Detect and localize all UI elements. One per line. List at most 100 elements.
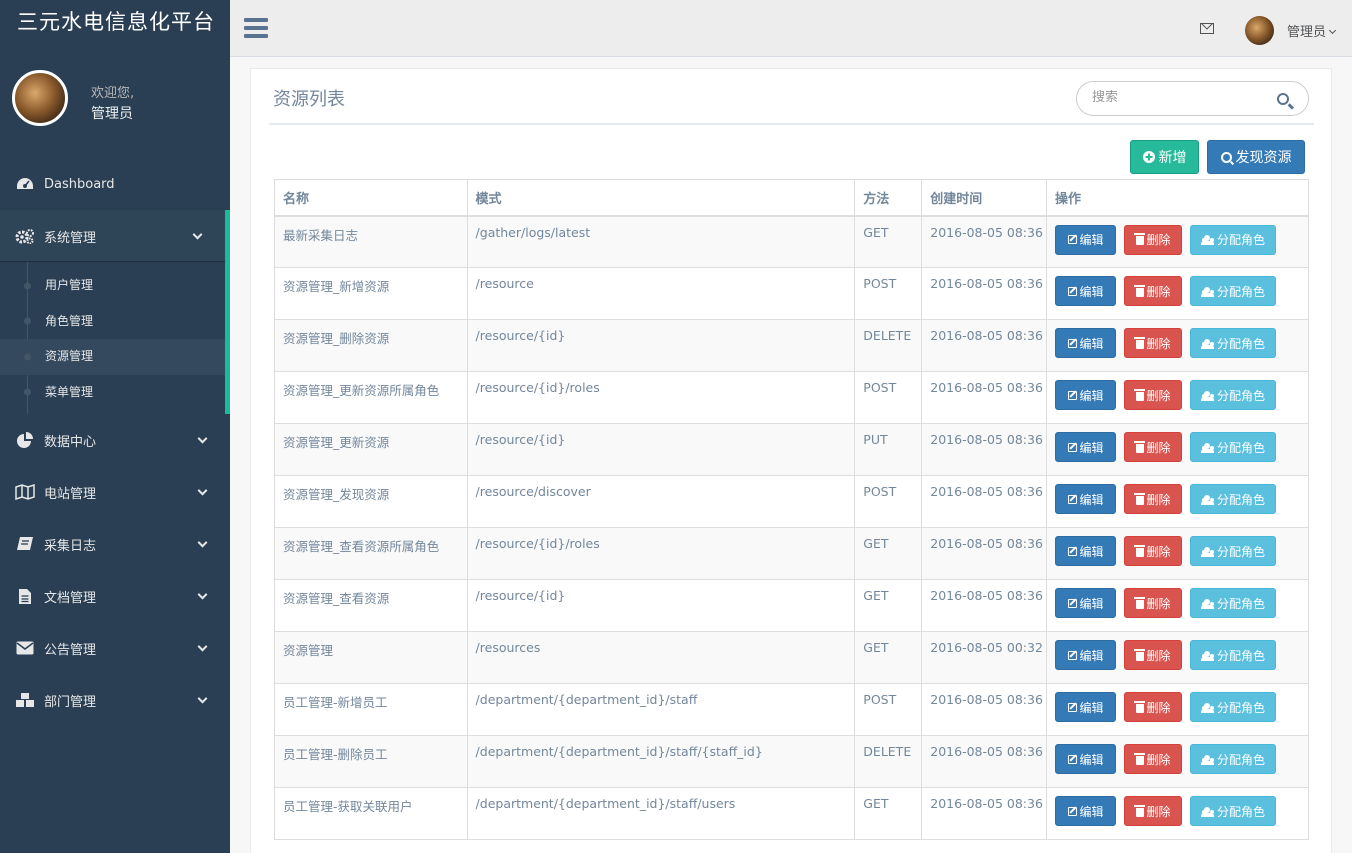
assign-role-button[interactable]: 分配角色	[1190, 432, 1277, 462]
edit-icon	[1067, 754, 1077, 764]
menu-item-documents[interactable]: 文档管理	[0, 570, 230, 622]
table-row: 资源管理_更新资源/resource/{id} PUT 2016-08-05 08:…	[274, 423, 1309, 476]
welcome-text: 欢迎您,	[91, 86, 135, 101]
trash-icon	[1134, 596, 1146, 609]
cell-created: 2016-08-05 08:36	[921, 735, 1048, 788]
submenu-item-menus[interactable]: 菜单管理	[0, 375, 225, 411]
delete-button[interactable]: 删除	[1124, 432, 1183, 462]
assign-role-button[interactable]: 分配角色	[1190, 692, 1277, 722]
menu-label: 数据中心	[44, 434, 97, 450]
menu-toggle-icon[interactable]	[244, 18, 268, 38]
delete-button[interactable]: 删除	[1124, 692, 1183, 722]
cell-method: DELETE	[854, 319, 923, 372]
menu-label: 文档管理	[44, 590, 97, 606]
cell-pattern: /department/{department_id}/staff/users	[466, 787, 856, 840]
submenu-item-users[interactable]: 用户管理	[0, 268, 225, 304]
delete-label: 删除	[1146, 648, 1171, 663]
menu-item-station[interactable]: 电站管理	[0, 466, 230, 518]
cell-name: 资源管理_发现资源	[274, 475, 468, 528]
assign-role-button[interactable]: 分配角色	[1190, 328, 1277, 358]
menu-item-notices[interactable]: 公告管理	[0, 622, 230, 674]
edit-label: 编辑	[1079, 492, 1104, 507]
assign-label: 分配角色	[1217, 544, 1266, 559]
delete-button[interactable]: 删除	[1124, 744, 1183, 774]
cell-pattern: /resource/{id}	[466, 579, 856, 632]
menu-item-gather-log[interactable]: 采集日志	[0, 518, 230, 570]
add-button[interactable]: 新增	[1130, 140, 1199, 174]
submenu-item-roles[interactable]: 角色管理	[0, 304, 225, 340]
cell-actions: 编辑 删除 分配角色	[1046, 423, 1309, 476]
chevron-down-icon	[197, 433, 208, 444]
trash-icon	[1134, 284, 1146, 297]
user-dropdown[interactable]: 管理员	[1287, 21, 1337, 40]
cell-actions: 编辑 删除 分配角色	[1046, 319, 1309, 372]
brand-title[interactable]: 三元水电信息化平台	[0, 0, 230, 57]
header-name: 名称	[274, 179, 468, 217]
chevron-down-icon	[197, 641, 208, 652]
table-row: 资源管理_查看资源/resource/{id} GET 2016-08-05 08:…	[274, 579, 1309, 632]
submenu-item-resources[interactable]: 资源管理	[0, 339, 225, 375]
assign-role-button[interactable]: 分配角色	[1190, 588, 1277, 618]
menu-item-data-center[interactable]: 数据中心	[0, 414, 230, 466]
edit-button[interactable]: 编辑	[1055, 692, 1117, 722]
search-icon[interactable]	[1277, 93, 1289, 105]
discover-button[interactable]: 发现资源	[1207, 140, 1305, 174]
menu-label: 公告管理	[44, 642, 97, 658]
assign-role-button[interactable]: 分配角色	[1190, 380, 1277, 410]
file-text-icon	[15, 587, 35, 605]
edit-button[interactable]: 编辑	[1055, 536, 1117, 566]
delete-button[interactable]: 删除	[1124, 224, 1183, 255]
delete-button[interactable]: 删除	[1124, 640, 1183, 670]
delete-button[interactable]: 删除	[1124, 380, 1183, 410]
edit-button[interactable]: 编辑	[1055, 484, 1117, 514]
edit-button[interactable]: 编辑	[1055, 276, 1117, 306]
edit-button[interactable]: 编辑	[1055, 380, 1117, 410]
menu-item-dashboard[interactable]: Dashboard	[0, 158, 230, 210]
cell-actions: 编辑 删除 分配角色	[1046, 735, 1309, 788]
delete-label: 删除	[1146, 284, 1171, 299]
assign-role-button[interactable]: 分配角色	[1190, 640, 1277, 670]
assign-role-button[interactable]: 分配角色	[1190, 536, 1277, 566]
delete-button[interactable]: 删除	[1124, 536, 1183, 566]
assign-role-button[interactable]: 分配角色	[1190, 224, 1277, 255]
cubes-icon	[15, 691, 35, 709]
cell-method: POST	[854, 683, 923, 736]
delete-label: 删除	[1146, 700, 1171, 715]
cell-name: 最新采集日志	[274, 215, 468, 268]
users-icon	[1201, 286, 1215, 297]
edit-icon	[1067, 442, 1077, 452]
top-avatar[interactable]	[1245, 16, 1274, 45]
cell-created: 2016-08-05 08:36	[921, 579, 1048, 632]
edit-button[interactable]: 编辑	[1055, 588, 1117, 618]
trash-icon	[1134, 388, 1146, 401]
envelope-icon	[15, 639, 35, 657]
edit-button[interactable]: 编辑	[1055, 224, 1117, 255]
edit-icon	[1067, 702, 1077, 712]
search-plus-icon	[1220, 151, 1232, 163]
edit-button[interactable]: 编辑	[1055, 328, 1117, 358]
cell-method: GET	[854, 787, 923, 840]
menu-item-departments[interactable]: 部门管理	[0, 674, 230, 726]
mail-icon[interactable]	[1200, 23, 1214, 34]
assign-role-button[interactable]: 分配角色	[1190, 484, 1277, 514]
gears-icon	[15, 227, 35, 245]
system-submenu: 用户管理 角色管理 资源管理 菜单管理	[0, 262, 230, 414]
assign-role-button[interactable]: 分配角色	[1190, 744, 1277, 774]
edit-button[interactable]: 编辑	[1055, 744, 1117, 774]
delete-button[interactable]: 删除	[1124, 796, 1183, 826]
delete-button[interactable]: 删除	[1124, 588, 1183, 618]
users-icon	[1201, 338, 1215, 349]
menu-item-system[interactable]: 系统管理	[0, 210, 230, 262]
trash-icon	[1134, 492, 1146, 505]
search-input[interactable]	[1092, 90, 1262, 105]
edit-button[interactable]: 编辑	[1055, 432, 1117, 462]
assign-role-button[interactable]: 分配角色	[1190, 796, 1277, 826]
delete-button[interactable]: 删除	[1124, 484, 1183, 514]
assign-role-button[interactable]: 分配角色	[1190, 276, 1277, 306]
edit-button[interactable]: 编辑	[1055, 796, 1117, 826]
assign-label: 分配角色	[1217, 233, 1266, 247]
delete-button[interactable]: 删除	[1124, 276, 1183, 306]
header-pattern: 模式	[466, 179, 856, 217]
edit-button[interactable]: 编辑	[1055, 640, 1117, 670]
delete-button[interactable]: 删除	[1124, 328, 1183, 358]
